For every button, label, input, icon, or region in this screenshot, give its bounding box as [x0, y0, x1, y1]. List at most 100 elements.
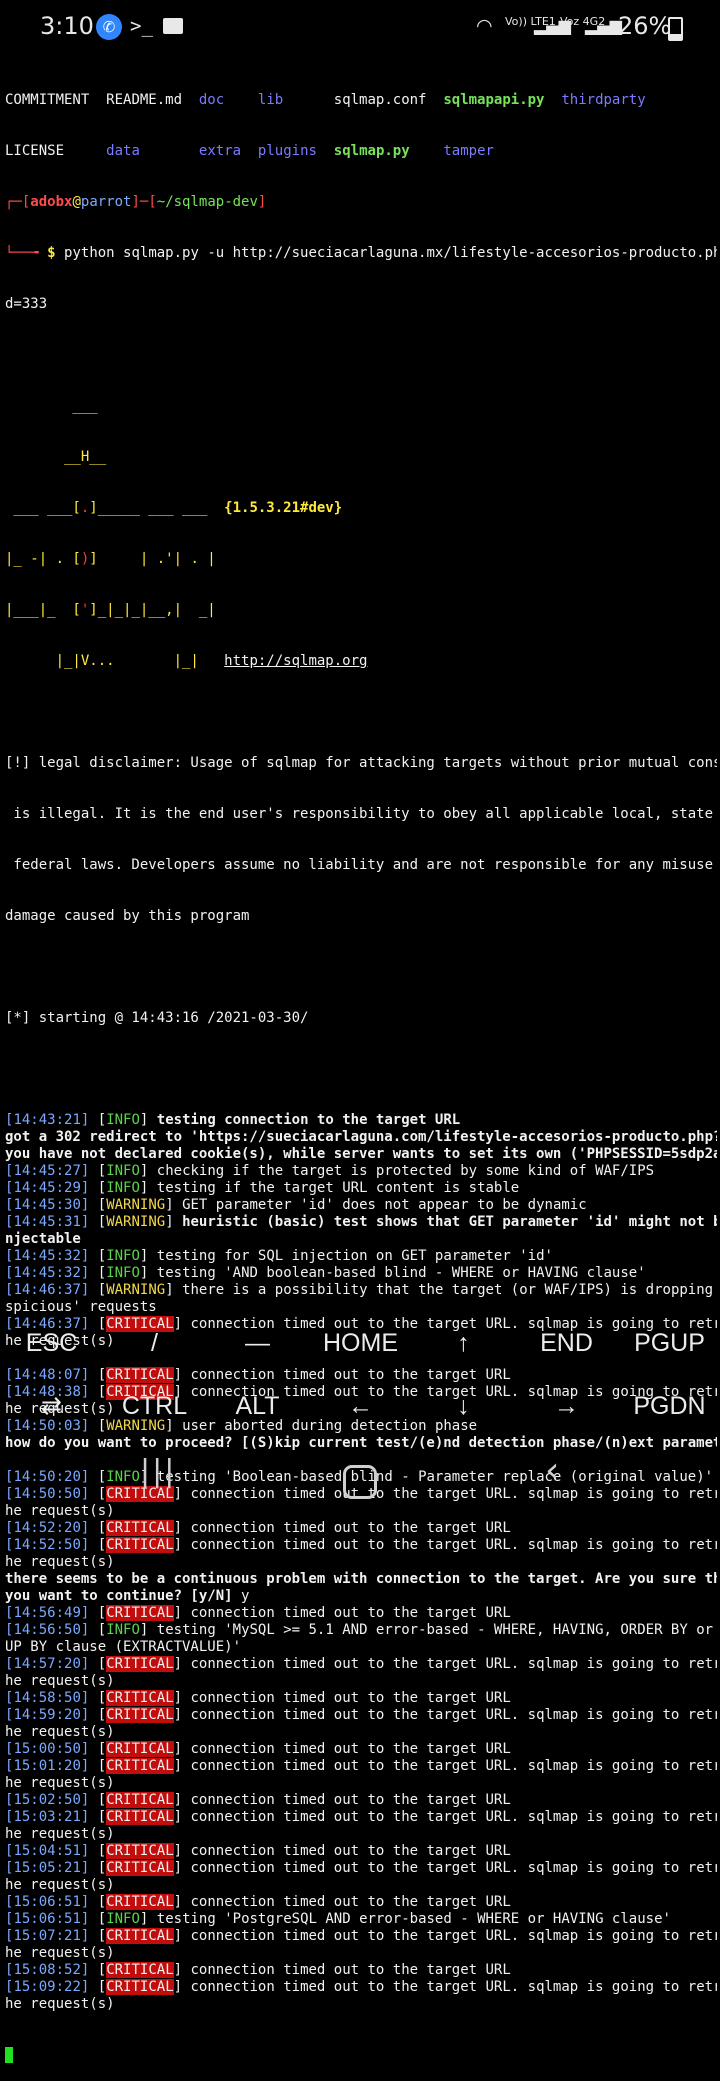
sqlmap-logo: __H__ — [5, 449, 107, 465]
log-line: he request(s) — [5, 1775, 717, 1792]
alt-key[interactable]: ALT — [206, 1375, 309, 1438]
log-line: UP BY clause (EXTRACTVALUE)' — [5, 1639, 717, 1656]
log-text: he request(s) — [5, 1775, 115, 1791]
log-text: njectable — [5, 1231, 81, 1247]
log-level: WARNING — [106, 1214, 166, 1230]
log-text: he request(s) — [5, 1877, 115, 1893]
log-line: [14:59:20] [CRITICAL] connection timed o… — [5, 1707, 717, 1724]
log-line: you want to continue? [y/N] y — [5, 1588, 717, 1605]
log-timestamp: 14:45:30 — [13, 1197, 81, 1213]
log-message: testing 'AND boolean-based blind - WHERE… — [156, 1265, 646, 1281]
ls-entry: lib — [257, 92, 284, 108]
right-arrow-key[interactable]: → — [515, 1375, 618, 1438]
log-level: INFO — [106, 1248, 140, 1264]
log-message: testing 'MySQL >= 5.1 AND error-based - … — [156, 1622, 717, 1638]
end-key[interactable]: END — [515, 1312, 618, 1375]
log-timestamp: 15:00:50 — [13, 1741, 81, 1757]
cursor-line — [5, 2047, 717, 2064]
navigation-bar: ||| ‹ — [0, 1440, 720, 1520]
log-line: [15:06:51] [CRITICAL] connection timed o… — [5, 1894, 511, 1910]
log-timestamp: 15:04:51 — [13, 1843, 81, 1859]
log-text: he request(s) — [5, 1826, 115, 1842]
sqlmap-url-link[interactable]: http://sqlmap.org — [224, 653, 367, 669]
log-line: [14:45:27] [INFO] checking if the target… — [5, 1163, 655, 1179]
log-timestamp: 15:03:21 — [13, 1809, 81, 1825]
log-message: connection timed out to the target URL. … — [190, 1707, 718, 1723]
log-level: INFO — [106, 1180, 140, 1196]
esc-key[interactable]: ESC — [0, 1312, 103, 1375]
left-arrow-key[interactable]: ← — [309, 1375, 412, 1438]
signal-icon: ▂▄▆ — [585, 16, 622, 35]
log-line: [15:03:21] [CRITICAL] connection timed o… — [5, 1809, 717, 1826]
disclaimer-line: federal laws. Developers assume no liabi… — [5, 857, 717, 873]
log-message: connection timed out to the target URL. … — [190, 1758, 718, 1774]
log-level: CRITICAL — [106, 1741, 174, 1757]
log-message: connection timed out to the target URL — [190, 1843, 511, 1859]
ls-entry: LICENSE — [5, 143, 65, 159]
log-line: got a 302 redirect to 'https://sueciacar… — [5, 1129, 717, 1146]
dash-key[interactable]: — — [206, 1312, 309, 1375]
log-line: you have not declared cookie(s), while s… — [5, 1146, 717, 1163]
log-message: connection timed out to the target URL. … — [190, 1537, 718, 1553]
back-button[interactable]: ‹ — [545, 1450, 559, 1491]
log-level: CRITICAL — [106, 1792, 174, 1808]
home-key[interactable]: HOME — [309, 1312, 412, 1375]
ls-entry: data — [106, 143, 140, 159]
prompt-dir: ~/sqlmap-dev — [156, 194, 258, 210]
log-line: he request(s) — [5, 1877, 717, 1894]
log-text: you have not declared cookie(s), while s… — [5, 1146, 717, 1162]
whatsapp-icon: ✆ — [96, 14, 122, 40]
log-line: [15:05:21] [CRITICAL] connection timed o… — [5, 1860, 717, 1877]
log-timestamp: 14:45:31 — [13, 1214, 81, 1230]
cursor — [5, 2047, 13, 2063]
starting-line: [*] starting @ 14:43:16 /2021-03-30/ — [5, 1010, 309, 1026]
log-message: connection timed out to the target URL — [190, 1894, 511, 1910]
log-line: [14:45:32] [INFO] testing for SQL inject… — [5, 1248, 553, 1264]
log-line: [15:01:20] [CRITICAL] connection timed o… — [5, 1758, 717, 1775]
sqlmap-logo: |_ -| . [)] | .'| . | — [5, 551, 216, 567]
log-message: connection timed out to the target URL — [190, 1690, 511, 1706]
log-level: WARNING — [106, 1197, 166, 1213]
log-line: [14:52:20] [CRITICAL] connection timed o… — [5, 1520, 511, 1536]
switch-keyboard-key[interactable]: ⇄ — [0, 1375, 103, 1438]
ls-entry: extra — [198, 143, 242, 159]
log-message: connection timed out to the target URL — [190, 1520, 511, 1536]
log-message: there is a possibility that the target (… — [182, 1282, 717, 1298]
pgup-key[interactable]: PGUP — [618, 1312, 720, 1375]
log-level: CRITICAL — [106, 1979, 174, 1995]
log-level: CRITICAL — [106, 1758, 174, 1774]
log-line: there seems to be a continuous problem w… — [5, 1571, 717, 1588]
log-level: CRITICAL — [106, 1656, 174, 1672]
disclaimer-line: damage caused by this program — [5, 908, 250, 924]
log-timestamp: 14:56:49 — [13, 1605, 81, 1621]
log-timestamp: 15:08:52 — [13, 1962, 81, 1978]
ctrl-key[interactable]: CTRL — [103, 1375, 206, 1438]
log-text: he request(s) — [5, 1554, 115, 1570]
log-message: testing for SQL injection on GET paramet… — [156, 1248, 553, 1264]
log-level: CRITICAL — [106, 1962, 174, 1978]
slash-key[interactable]: / — [103, 1312, 206, 1375]
log-level: INFO — [106, 1112, 140, 1128]
ls-entry: COMMITMENT — [5, 92, 90, 108]
log-line: [14:45:32] [INFO] testing 'AND boolean-b… — [5, 1265, 646, 1281]
pgdn-key[interactable]: PGDN — [618, 1375, 720, 1438]
disclaimer-line: is illegal. It is the end user's respons… — [5, 806, 717, 822]
log-line: [15:00:50] [CRITICAL] connection timed o… — [5, 1741, 511, 1757]
log-level: INFO — [106, 1163, 140, 1179]
down-arrow-key[interactable]: ↓ — [412, 1375, 515, 1438]
log-line: he request(s) — [5, 1724, 717, 1741]
log-message: testing if the target URL content is sta… — [156, 1180, 520, 1196]
recent-apps-button[interactable]: ||| — [140, 1454, 176, 1489]
sqlmap-logo: ___ — [5, 398, 98, 414]
log-timestamp: 14:52:20 — [13, 1520, 81, 1536]
folder-icon — [163, 18, 183, 34]
home-button[interactable] — [343, 1465, 377, 1499]
log-line: [14:45:31] [WARNING] heuristic (basic) t… — [5, 1214, 717, 1231]
up-arrow-key[interactable]: ↑ — [412, 1312, 515, 1375]
log-text: got a 302 redirect to 'https://sueciacar… — [5, 1129, 717, 1145]
log-level: WARNING — [106, 1282, 166, 1298]
terminal-output[interactable]: COMMITMENT README.md doc lib sqlmap.conf… — [5, 58, 717, 2081]
log-line: [14:45:30] [WARNING] GET parameter 'id' … — [5, 1197, 587, 1213]
sqlmap-logo: |_|V... |_| http://sqlmap.org — [5, 653, 368, 669]
command-line: d=333 — [5, 296, 717, 313]
